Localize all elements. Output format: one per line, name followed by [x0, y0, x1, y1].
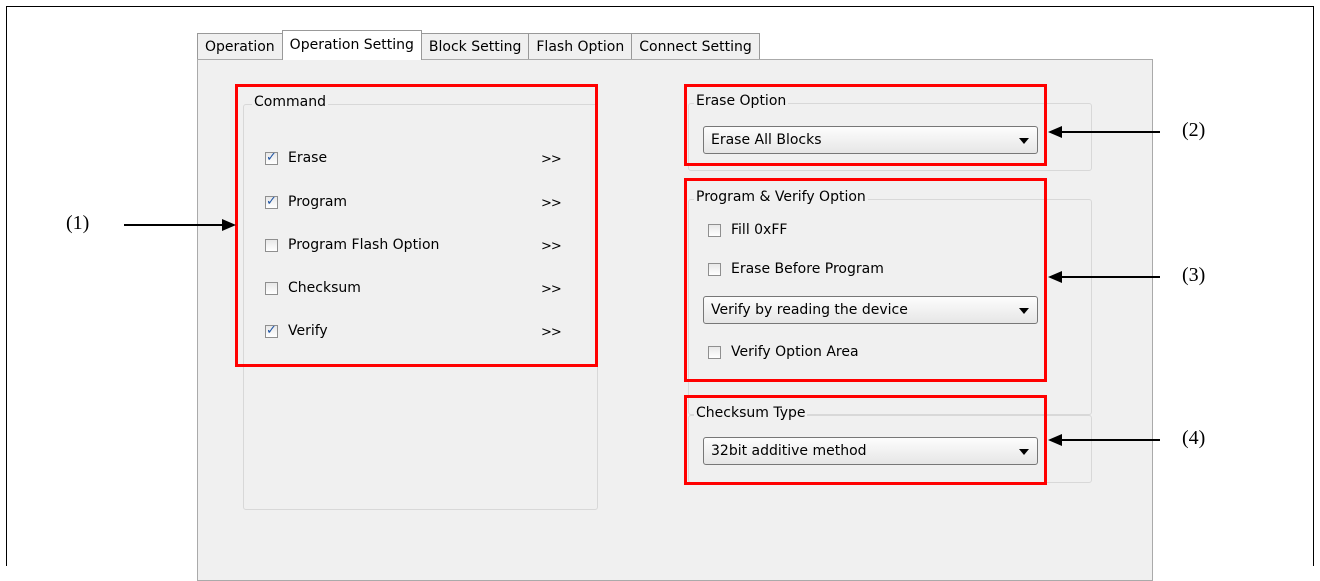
highlight-box-1	[235, 84, 598, 367]
highlight-box-3	[684, 178, 1047, 382]
callout-arrow-2	[1062, 131, 1160, 133]
tab-bar: Operation Operation Setting Block Settin…	[197, 30, 760, 60]
callout-arrow-3	[1062, 276, 1160, 278]
arrow-right-icon	[222, 219, 236, 231]
callout-label-3: (3)	[1182, 264, 1206, 286]
tab-flash-option[interactable]: Flash Option	[528, 33, 633, 59]
callout-label-2: (2)	[1182, 119, 1206, 141]
callout-arrow-1	[124, 224, 222, 226]
tab-connect-setting[interactable]: Connect Setting	[631, 33, 760, 59]
tab-operation-setting[interactable]: Operation Setting	[281, 30, 422, 60]
callout-label-1: (1)	[66, 212, 90, 234]
arrow-left-icon	[1048, 271, 1062, 283]
callout-arrow-4	[1062, 439, 1160, 441]
highlight-box-2	[684, 84, 1047, 166]
tab-operation[interactable]: Operation	[197, 33, 283, 59]
highlight-box-4	[684, 395, 1047, 485]
arrow-left-icon	[1048, 434, 1062, 446]
tab-block-setting[interactable]: Block Setting	[420, 33, 530, 59]
callout-label-4: (4)	[1182, 427, 1206, 449]
arrow-left-icon	[1048, 126, 1062, 138]
